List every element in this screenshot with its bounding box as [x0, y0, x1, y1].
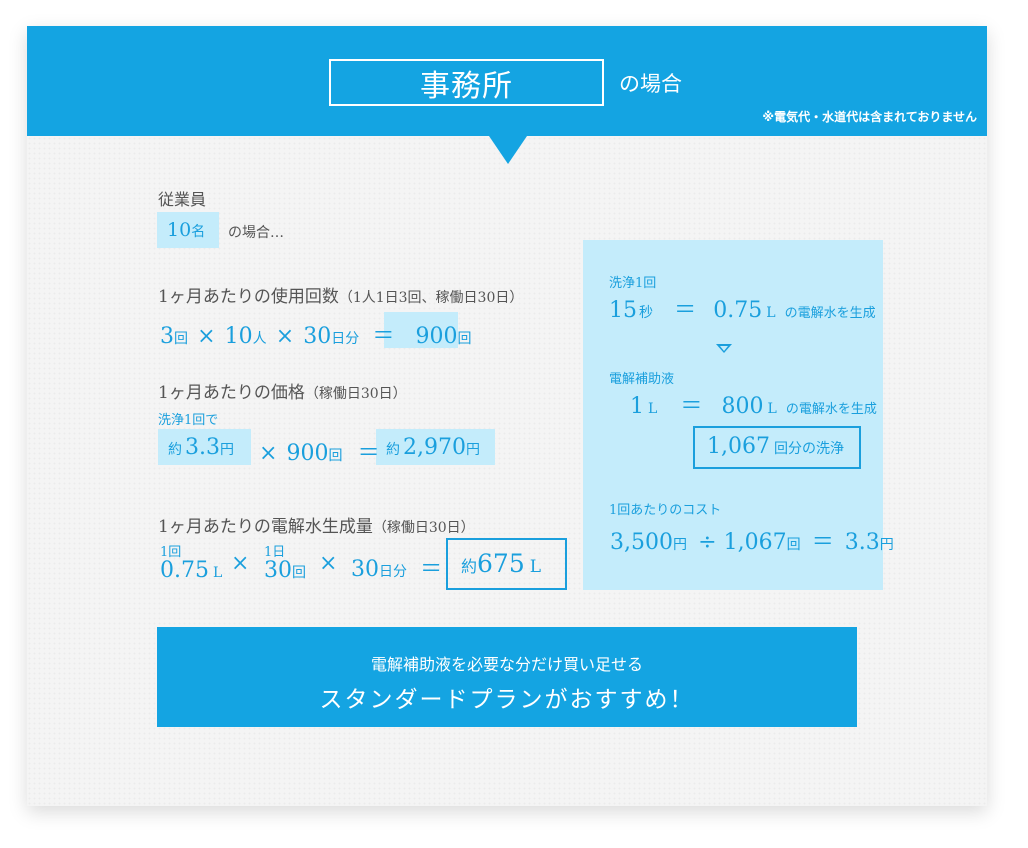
- price-heading: 1ヶ月あたりの価格（稼働日30日）: [158, 383, 407, 403]
- usage-equation: 3回 × 10人 × 30日分 ＝ 900回: [160, 324, 472, 349]
- employees-label: 従業員: [158, 190, 207, 209]
- header-banner: 事務所 の場合 ※電気代・水道代は含まれておりません: [27, 26, 987, 136]
- wash-label: 洗浄1回: [609, 276, 657, 291]
- cta-line-1: 電解補助液を必要な分だけ買い足せる: [370, 655, 643, 674]
- calculation-side-panel: 洗浄1回 15 秒 ＝ 0.75 L の電解水を生成 電解補助液 1L ＝ 800 L…: [583, 240, 894, 590]
- water-heading: 1ヶ月あたりの電解水生成量（稼働日30日）: [158, 517, 475, 537]
- cta-line-2: スタンダードプランがおすすめ！: [319, 687, 695, 713]
- employees-suffix: の場合…: [228, 225, 284, 241]
- cost-equation: 3,500円 ÷ 1,067回 ＝ 3.3円: [610, 530, 894, 555]
- water-times-2: ×: [319, 551, 338, 576]
- wash-count: 1,067 回分の洗浄: [707, 434, 844, 459]
- price-unit: 約 3.3円: [168, 435, 234, 460]
- title-suffix: の場合: [619, 72, 682, 96]
- pointer-triangle-icon: [489, 136, 527, 164]
- plan-card: 事務所 の場合 ※電気代・水道代は含まれておりません 従業員 10名 の場合… …: [27, 26, 987, 806]
- standard-plan-banner: 電解補助液を必要な分だけ買い足せる スタンダードプランがおすすめ！: [157, 627, 857, 727]
- price-sublabel: 洗浄1回で: [158, 413, 219, 428]
- disclaimer-note: ※電気代・水道代は含まれておりません: [762, 110, 977, 124]
- down-arrow-icon: [716, 344, 732, 353]
- water-result: 約675 L: [461, 549, 542, 578]
- price-result: 約 2,970円: [386, 435, 480, 460]
- cost-label: 1回あたりのコスト: [609, 503, 722, 518]
- usage-heading: 1ヶ月あたりの使用回数（1人1日3回、稼働日30日）: [158, 287, 524, 307]
- liquid-equation: 1L ＝ 800 L の電解水を生成: [630, 394, 877, 419]
- water-times-1: ×: [231, 551, 250, 576]
- water-value-2: 30回: [264, 558, 306, 583]
- price-equation: × 900回 ＝: [259, 441, 380, 466]
- water-value-1: 0.75 L: [160, 558, 223, 583]
- page-title: 事務所: [329, 59, 604, 106]
- wash-equation: 15 秒 ＝ 0.75 L の電解水を生成: [609, 298, 876, 323]
- employees-count: 10名: [167, 219, 206, 241]
- liquid-label: 電解補助液: [609, 372, 675, 387]
- water-value-3: 30日分 ＝: [351, 557, 443, 582]
